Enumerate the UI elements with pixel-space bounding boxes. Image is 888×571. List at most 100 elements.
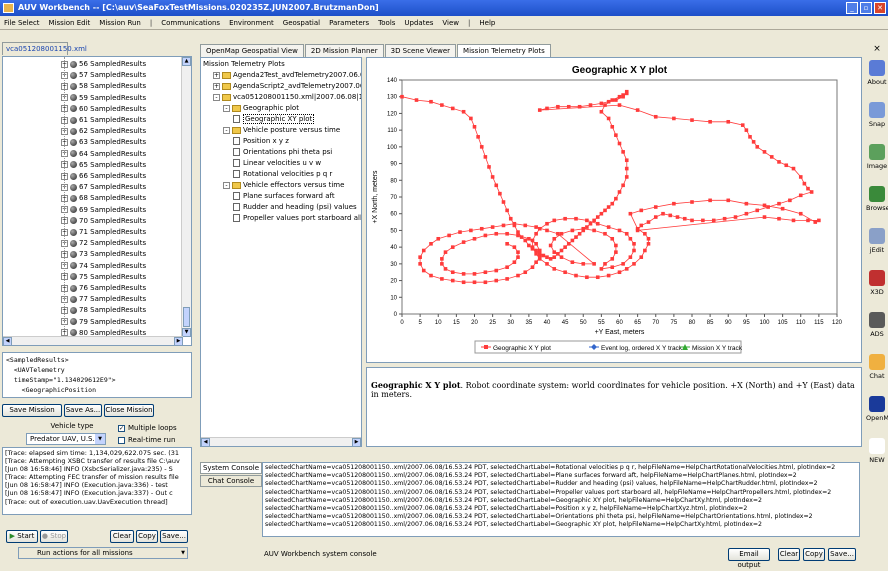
- trace-console[interactable]: [Trace: elapsed sim time: 1,134,029,622.…: [2, 447, 192, 515]
- collapse-icon[interactable]: -: [223, 126, 230, 134]
- scroll-thumb[interactable]: [183, 307, 190, 327]
- save-console-button[interactable]: Save...: [828, 548, 856, 561]
- plot-tree-item[interactable]: - Vehicle posture versus time: [223, 125, 340, 136]
- plot-tree-item[interactable]: Mission Telemetry Plots: [203, 59, 285, 70]
- scroll-right-icon[interactable]: ▶: [352, 438, 361, 446]
- close-icon[interactable]: ✕: [874, 2, 886, 14]
- tree-item[interactable]: +59 SampledResults: [61, 93, 146, 104]
- tab-3d-scene-viewer[interactable]: 3D Scene Viewer: [384, 44, 457, 57]
- email-output-button[interactable]: Email output: [728, 548, 770, 569]
- chevron-down-icon[interactable]: ▼: [181, 548, 185, 558]
- tab-2d-mission-planner[interactable]: 2D Mission Planner: [304, 44, 384, 57]
- tab-system-console[interactable]: System Console: [200, 462, 262, 474]
- sidebar-item-new[interactable]: NEW: [866, 438, 888, 464]
- collapse-icon[interactable]: -: [223, 181, 230, 189]
- tree-item[interactable]: +74 SampledResults: [61, 261, 146, 272]
- tree-vertical-scrollbar[interactable]: ▲ ▼: [181, 57, 191, 337]
- run-actions-select[interactable]: Run actions for all missions ▼: [18, 547, 188, 559]
- expand-icon[interactable]: +: [213, 71, 220, 79]
- sidebar-item-openm[interactable]: OpenM: [866, 396, 888, 422]
- scroll-up-icon[interactable]: ▲: [182, 57, 191, 66]
- plot-tree-item[interactable]: Plane surfaces forward aft: [233, 191, 335, 202]
- tree-item[interactable]: +68 SampledResults: [61, 193, 146, 204]
- menu-item-file-select[interactable]: File Select: [4, 19, 40, 27]
- real-time-run-checkbox[interactable]: Real-time run: [118, 435, 175, 445]
- plot-tree-item[interactable]: Rudder and heading (psi) values: [233, 202, 357, 213]
- tree-item[interactable]: +61 SampledResults: [61, 115, 146, 126]
- collapse-icon[interactable]: -: [213, 93, 220, 101]
- menu-item-mission-edit[interactable]: Mission Edit: [49, 19, 91, 27]
- plot-tree-item[interactable]: Propeller values port starboard all: [233, 213, 361, 224]
- menu-item-environment[interactable]: Environment: [229, 19, 274, 27]
- plot-tree-item[interactable]: Geographic XY plot: [233, 114, 315, 125]
- plot-tree-item[interactable]: Linear velocities u v w: [233, 158, 321, 169]
- tree-item[interactable]: +65 SampledResults: [61, 160, 146, 171]
- tree-item[interactable]: +79 SampledResults: [61, 317, 146, 328]
- plot-tree-item[interactable]: - vca051208001150.xml|2007.06.08|16.53.2: [213, 92, 361, 103]
- menu-item-geospatial[interactable]: Geospatial: [283, 19, 320, 27]
- menu-item-help[interactable]: Help: [479, 19, 495, 27]
- tree-item[interactable]: +60 SampledResults: [61, 104, 146, 115]
- minimize-icon[interactable]: _: [846, 2, 858, 14]
- plot-tree-item[interactable]: + Agenda2Test_avdTelemetry2007.06.08_16: [213, 70, 361, 81]
- scroll-left-icon[interactable]: ◀: [3, 337, 12, 345]
- tab-openmap-geospatial-view[interactable]: OpenMap Geospatial View: [200, 44, 304, 57]
- copy-trace-button[interactable]: Copy: [136, 530, 158, 543]
- multiple-loops-checkbox[interactable]: ✓ Multiple loops: [118, 423, 177, 433]
- clear-console-button[interactable]: Clear: [778, 548, 800, 561]
- tab-chat-console[interactable]: Chat Console: [200, 475, 262, 487]
- tree-item[interactable]: +56 SampledResults: [61, 59, 146, 70]
- plot-tree-item[interactable]: + AgendaScript2_avdTelemetry2007.06.08_: [213, 81, 361, 92]
- tree-item[interactable]: +63 SampledResults: [61, 137, 146, 148]
- tree-item[interactable]: +70 SampledResults: [61, 216, 146, 227]
- clear-trace-button[interactable]: Clear: [110, 530, 134, 543]
- plot-tree-horizontal-scrollbar[interactable]: ◀ ▶: [201, 437, 361, 446]
- save-mission-button[interactable]: Save Mission: [2, 404, 62, 417]
- sidebar-item-snap[interactable]: Snap: [866, 102, 888, 128]
- tree-item[interactable]: +72 SampledResults: [61, 238, 146, 249]
- tree-item[interactable]: +57 SampledResults: [61, 70, 146, 81]
- restore-icon[interactable]: ▫: [860, 2, 872, 14]
- menu-item-view[interactable]: View: [442, 19, 459, 27]
- menu-item-parameters[interactable]: Parameters: [329, 19, 369, 27]
- menu-item-updates[interactable]: Updates: [404, 19, 433, 27]
- vehicle-type-select[interactable]: Predator UAV, U.S. ▼: [26, 433, 106, 445]
- tree-item[interactable]: +77 SampledResults: [61, 294, 146, 305]
- menu-item-tools[interactable]: Tools: [378, 19, 395, 27]
- plot-tree-item[interactable]: Orientations phi theta psi: [233, 147, 332, 158]
- sidebar-item-ads[interactable]: ADS: [866, 312, 888, 338]
- mission-file-tab[interactable]: vca051208001150.xml: [2, 42, 87, 55]
- expand-icon[interactable]: +: [213, 82, 220, 90]
- tree-item[interactable]: +73 SampledResults: [61, 249, 146, 260]
- sidebar-item-image[interactable]: Image: [866, 144, 888, 170]
- sidebar-item-about[interactable]: About: [866, 60, 888, 86]
- tree-item[interactable]: +76 SampledResults: [61, 283, 146, 294]
- xml-preview[interactable]: <SampledResults> <UAVTelemetry timeStamp…: [2, 352, 192, 398]
- save-trace-button[interactable]: Save...: [160, 530, 188, 543]
- close-mission-button[interactable]: Close Mission: [104, 404, 154, 417]
- plot-tree-item[interactable]: Rotational velocities p q r: [233, 169, 332, 180]
- tree-item[interactable]: +62 SampledResults: [61, 126, 146, 137]
- plot-tree-item[interactable]: - Vehicle effectors versus time: [223, 180, 344, 191]
- system-console[interactable]: selectedChartName=vca051208001150..xml/2…: [262, 462, 860, 537]
- sidebar-item-browse[interactable]: Browse: [866, 186, 888, 212]
- scroll-right-icon[interactable]: ▶: [174, 337, 183, 345]
- sidebar-item-x3d[interactable]: X3D: [866, 270, 888, 296]
- tree-item[interactable]: +71 SampledResults: [61, 227, 146, 238]
- copy-console-button[interactable]: Copy: [803, 548, 825, 561]
- menu-item-mission-run[interactable]: Mission Run: [99, 19, 141, 27]
- plot-tree-item[interactable]: - Geographic plot: [223, 103, 299, 114]
- scroll-left-icon[interactable]: ◀: [201, 438, 210, 446]
- plot-tree-item[interactable]: Position x y z: [233, 136, 289, 147]
- tree-item[interactable]: +78 SampledResults: [61, 305, 146, 316]
- tree-item[interactable]: +75 SampledResults: [61, 272, 146, 283]
- tab-mission-telemetry-plots[interactable]: Mission Telemetry Plots: [457, 44, 551, 57]
- tree-item[interactable]: +67 SampledResults: [61, 182, 146, 193]
- tree-item[interactable]: +66 SampledResults: [61, 171, 146, 182]
- sidebar-item-jedit[interactable]: jEdit: [866, 228, 888, 254]
- tree-item[interactable]: +69 SampledResults: [61, 205, 146, 216]
- tree-item[interactable]: +58 SampledResults: [61, 81, 146, 92]
- chevron-down-icon[interactable]: ▼: [95, 434, 105, 444]
- menu-item-communications[interactable]: Communications: [161, 19, 220, 27]
- collapse-icon[interactable]: -: [223, 104, 230, 112]
